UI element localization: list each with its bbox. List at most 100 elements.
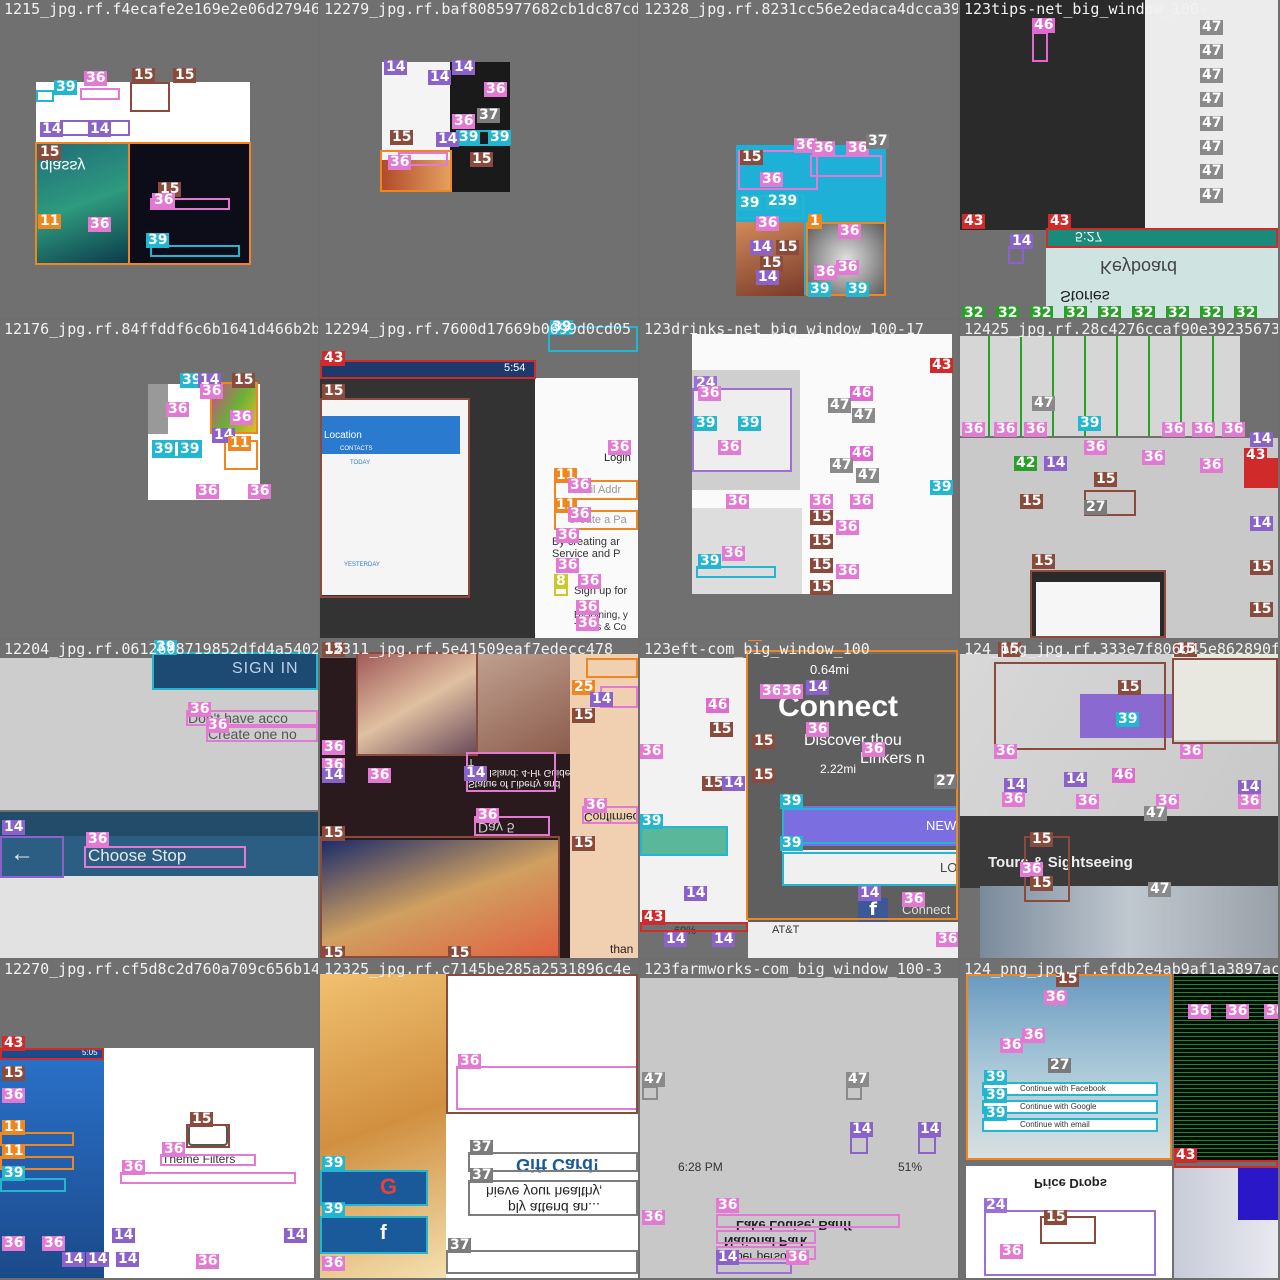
tag: 14	[716, 1249, 740, 1265]
tile-title: 123eft-com_big_window_100	[644, 640, 870, 658]
tag: 36	[608, 439, 632, 455]
tag: 36	[196, 1253, 220, 1269]
tag: 36	[812, 140, 836, 156]
tag: 15	[470, 151, 494, 167]
tag: 36	[2, 1087, 26, 1103]
tile-title: 124_png_jpg.rf.333e7f806b45e862890f	[964, 640, 1278, 658]
tag: 15	[448, 946, 472, 958]
bbox	[1046, 228, 1278, 248]
tag: 11	[2, 1143, 26, 1159]
tag: 47	[1200, 163, 1224, 179]
tag: 39	[146, 232, 170, 248]
tag: 39	[930, 479, 954, 495]
gray-strip	[148, 384, 168, 434]
tag: 43	[1048, 213, 1072, 229]
tag: 36	[1002, 791, 1026, 807]
bbox	[0, 836, 64, 878]
tile-title: 12325_jpg.rf.c7145be285a2531896c4e	[324, 960, 632, 978]
tile-title: 12176_jpg.rf.84ffddf6c6b1641d466b2b9	[4, 320, 318, 338]
tag: 14	[88, 121, 112, 137]
tag: 36	[1264, 1004, 1278, 1019]
tile-124-efdb: 124_png_jpg.rf.efdb2e4ab9af1a3897ac Cont…	[960, 960, 1278, 1278]
tag: 39	[640, 813, 664, 829]
bbox	[468, 1180, 638, 1216]
tag: 36	[1226, 1003, 1250, 1019]
than-label: than	[610, 942, 634, 956]
tag: 36	[698, 385, 722, 401]
tile-title: 12425_jpg.rf.28c4276ccaf90e39235673	[964, 320, 1278, 338]
tag: 43	[642, 909, 666, 925]
tag: 239	[766, 193, 800, 209]
tag: 36	[1022, 1027, 1046, 1043]
tile-1215: 1215_jpg.rf.f4ecafe2e169e2e06d27946d gla…	[0, 0, 318, 318]
tag: 15	[1094, 471, 1118, 487]
dark-strip	[960, 0, 1145, 230]
tag: 39	[457, 129, 481, 145]
tag: 14	[664, 931, 688, 947]
tag: 36	[760, 171, 784, 187]
footer-image	[692, 508, 802, 594]
tag: 14	[322, 767, 346, 783]
tag: 36	[838, 223, 862, 239]
tag: 14	[428, 69, 452, 85]
tag: 15	[810, 509, 834, 525]
bbox	[982, 1100, 1158, 1114]
tag: 47	[830, 457, 854, 473]
tag: 47	[846, 1071, 870, 1087]
tag: 36	[722, 545, 746, 561]
tag: 43	[1244, 447, 1268, 463]
tag: 1	[808, 213, 822, 229]
tag: 36	[568, 477, 592, 493]
equalizer-panel	[1174, 974, 1278, 1160]
bbox	[716, 1214, 900, 1228]
tag: 46	[850, 445, 874, 461]
tag: 36	[584, 797, 608, 813]
tag: 36	[1180, 743, 1204, 759]
bbox	[810, 155, 882, 177]
tag: 36	[248, 483, 272, 499]
bbox	[84, 846, 246, 868]
tag: 36	[1000, 1037, 1024, 1053]
tag: 36	[388, 154, 412, 170]
bbox	[320, 360, 536, 379]
tag: 39	[1078, 415, 1102, 431]
tag: 15	[1250, 559, 1274, 575]
tag: 36	[578, 573, 602, 589]
tag: 39	[322, 1155, 346, 1171]
tile-12325: 12325_jpg.rf.c7145be285a2531896c4e G f G…	[320, 960, 638, 1278]
tag: 36	[780, 683, 804, 699]
tag: 14	[112, 1227, 136, 1243]
tag: 32	[1132, 306, 1156, 318]
tag: 14	[1250, 431, 1274, 447]
tag: 36	[1222, 421, 1246, 437]
tag: 36	[188, 701, 212, 717]
tag: 36	[86, 831, 110, 847]
tag: 15	[1250, 601, 1274, 617]
tag: 15	[776, 239, 800, 255]
tag: 15	[810, 533, 834, 549]
bbox	[918, 1136, 936, 1154]
tag: 36	[756, 215, 780, 231]
dark-band	[960, 816, 1278, 888]
tag: 39	[698, 553, 722, 569]
tag: 39	[846, 281, 870, 297]
tag: 39	[808, 281, 832, 297]
bbox	[120, 1172, 296, 1184]
bbox	[446, 974, 638, 1114]
tag: 14	[858, 885, 882, 901]
tag: 32	[1064, 306, 1088, 318]
tag: 15	[322, 946, 346, 958]
tag: 14	[1064, 771, 1088, 787]
tile-12425: 12425_jpg.rf.28c4276ccaf90e39235673 36 3…	[960, 320, 1278, 638]
tile-12176: 12176_jpg.rf.84ffddf6c6b1641d466b2b9 39 …	[0, 320, 318, 638]
carrier-label: AT&T	[772, 924, 800, 936]
bbox	[1030, 570, 1166, 638]
tag: 39	[780, 793, 804, 809]
tag: 14	[384, 59, 408, 75]
tag: 36	[458, 1053, 482, 1069]
tag: 47	[828, 397, 852, 413]
tag: 15	[1030, 875, 1054, 891]
tile-123tips: 123tips-net_big_window_100- 5:27 Keyboar…	[960, 0, 1278, 318]
tag: 14	[40, 121, 64, 137]
tag: 36	[368, 767, 392, 783]
